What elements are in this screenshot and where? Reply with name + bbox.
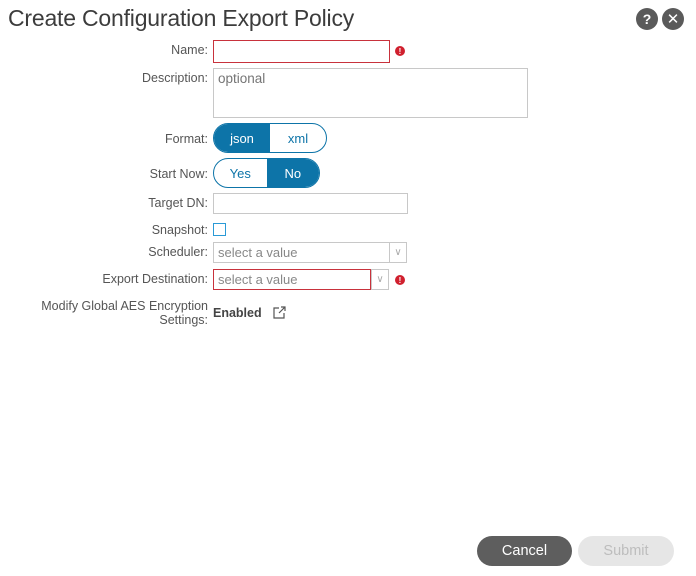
scheduler-select[interactable]: select a value ∨ <box>213 242 407 263</box>
description-textarea[interactable] <box>213 68 528 118</box>
aes-label-line2: Settings: <box>159 313 208 327</box>
format-option-xml[interactable]: xml <box>270 124 326 152</box>
export-destination-select[interactable]: select a value ∨ <box>213 269 389 290</box>
dialog-title: Create Configuration Export Policy <box>8 5 355 31</box>
start-now-label: Start Now: <box>149 167 208 181</box>
help-icon[interactable]: ? <box>636 8 658 30</box>
export-destination-error-icon: ! <box>395 275 405 285</box>
scheduler-select-value: select a value <box>218 245 298 260</box>
snapshot-checkbox[interactable] <box>213 223 226 236</box>
cancel-button[interactable]: Cancel <box>477 536 572 566</box>
submit-button[interactable]: Submit <box>578 536 674 566</box>
target-dn-label: Target DN: <box>148 196 208 210</box>
start-now-toggle: Yes No <box>213 158 320 188</box>
scheduler-label: Scheduler: <box>148 245 208 259</box>
external-link-icon[interactable] <box>272 305 287 320</box>
name-input[interactable] <box>213 40 390 63</box>
format-label: Format: <box>164 132 208 146</box>
start-now-option-no[interactable]: No <box>266 159 319 187</box>
chevron-down-icon[interactable]: ∨ <box>371 270 388 289</box>
export-destination-select-value: select a value <box>213 269 371 290</box>
snapshot-label: Snapshot: <box>151 223 208 237</box>
export-destination-label: Export Destination: <box>102 272 208 286</box>
description-label: Description: <box>142 71 208 85</box>
aes-label-line1: Modify Global AES Encryption <box>41 299 208 313</box>
close-icon[interactable]: ✕ <box>662 8 684 30</box>
format-toggle: json xml <box>213 123 327 153</box>
start-now-option-yes[interactable]: Yes <box>214 159 267 187</box>
target-dn-input[interactable] <box>213 193 408 214</box>
aes-status-value: Enabled <box>213 306 262 320</box>
chevron-down-icon[interactable]: ∨ <box>389 243 406 262</box>
name-label: Name: <box>171 43 208 57</box>
format-option-json[interactable]: json <box>214 124 270 152</box>
name-error-icon: ! <box>395 46 405 56</box>
